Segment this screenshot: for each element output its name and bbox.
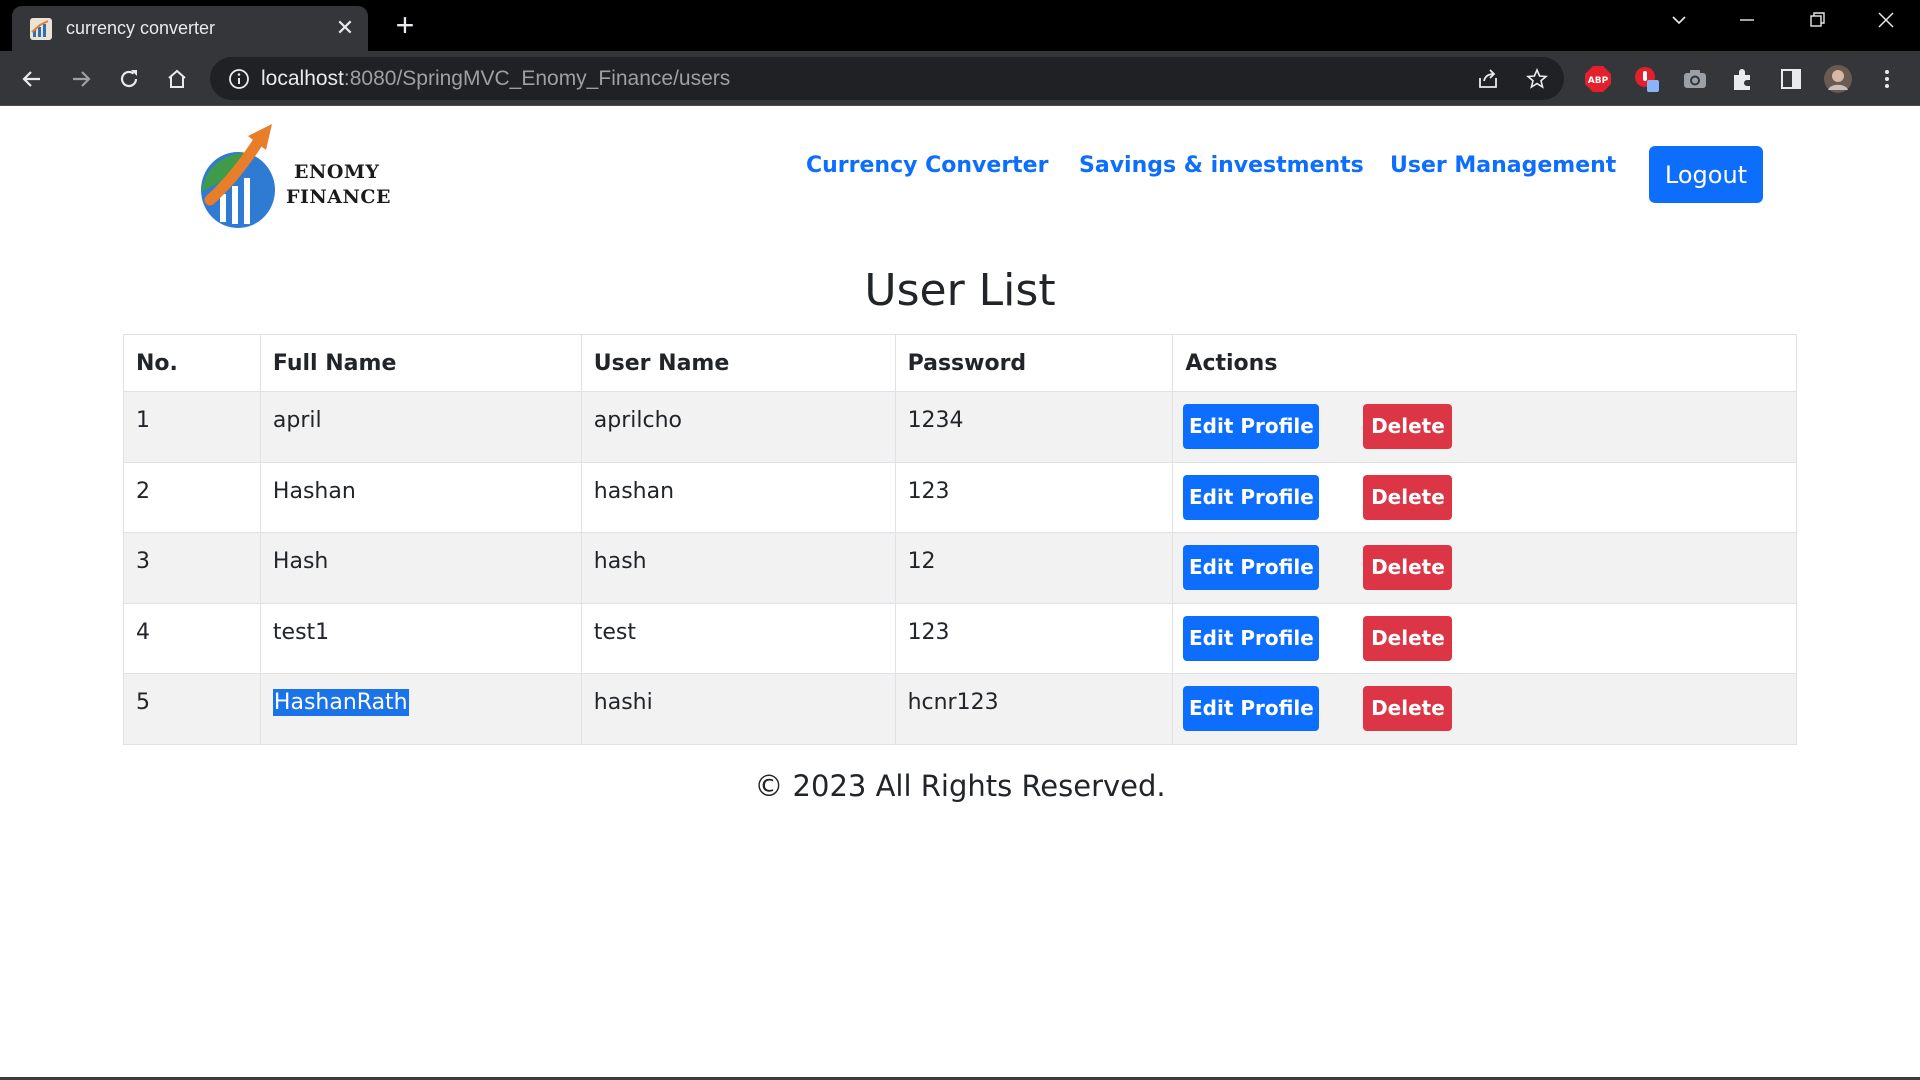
cell-user-name: aprilcho [580,391,896,463]
logo-line-1: ENOMY [294,161,380,183]
cell-no: 2 [123,461,261,533]
table-row: 2 Hashan hashan 123 Edit Profile Delete [123,461,1797,533]
table-header-row: No. Full Name User Name Password Actions [123,334,1797,392]
selected-text: HashanRath [272,689,409,716]
cell-password: hcnr123 [894,673,1174,745]
cell-password: 12 [894,532,1174,604]
browser-toolbar: localhost:8080/SpringMVC_Enomy_Finance/u… [0,51,1920,106]
url-text[interactable]: localhost:8080/SpringMVC_Enomy_Finance/u… [261,67,730,91]
bookmark-star-icon[interactable] [1525,67,1549,91]
reload-icon[interactable] [113,63,145,95]
red-hand-extension-icon[interactable] [1632,64,1662,94]
cell-password: 123 [894,461,1174,533]
column-header-password: Password [894,334,1174,392]
url-host: localhost [261,67,344,90]
cell-actions: Edit Profile Delete [1172,602,1797,674]
cell-no: 5 [123,673,261,745]
home-icon[interactable] [161,63,193,95]
cell-actions: Edit Profile Delete [1172,532,1797,604]
page-title: User List [864,265,1056,316]
cell-password: 123 [894,602,1174,674]
delete-button[interactable]: Delete [1363,404,1453,449]
svg-text:ABP: ABP [1588,76,1609,86]
column-header-no: No. [123,334,261,392]
site-info-icon[interactable] [228,68,250,90]
edit-profile-button[interactable]: Edit Profile [1183,404,1320,449]
minimize-window-icon[interactable] [1727,8,1767,38]
delete-button[interactable]: Delete [1363,545,1453,590]
cell-no: 1 [123,391,261,463]
nav-currency-converter[interactable]: Currency Converter [806,153,1048,178]
column-header-actions: Actions [1172,334,1797,392]
column-header-user-name: User Name [580,334,896,392]
edit-profile-button[interactable]: Edit Profile [1183,686,1320,731]
browser-menu-icon[interactable] [1872,64,1902,94]
cell-full-name: test1 [259,602,582,674]
forward-arrow-icon[interactable] [65,63,97,95]
delete-button[interactable]: Delete [1363,615,1453,661]
url-path: :8080/SpringMVC_Enomy_Finance/users [343,67,731,90]
cell-no: 3 [123,532,261,604]
adblock-plus-icon[interactable]: ABP [1583,64,1613,94]
address-bar[interactable]: localhost:8080/SpringMVC_Enomy_Finance/u… [210,57,1564,100]
nav-user-management[interactable]: User Management [1390,153,1616,178]
cell-actions: Edit Profile Delete [1172,391,1797,463]
cell-no: 4 [123,602,261,674]
camera-extension-icon[interactable] [1680,64,1710,94]
cell-full-name: Hash [259,532,582,604]
close-window-icon[interactable] [1866,8,1906,38]
cell-password: 1234 [894,391,1174,463]
browser-tab-bar: currency converter ✕ + [0,0,1920,51]
browser-tab[interactable]: currency converter ✕ [12,6,368,51]
delete-button[interactable]: Delete [1363,686,1453,731]
cell-full-name: april [259,391,582,463]
profile-avatar[interactable] [1823,64,1853,94]
edit-profile-button[interactable]: Edit Profile [1183,474,1320,520]
web-page: ENOMY FINANCE Currency Converter Savings… [0,106,1920,1080]
tab-search-chevron-icon[interactable] [1659,8,1699,38]
column-header-full-name: Full Name [259,334,582,392]
cell-full-name: HashanRath [259,673,582,745]
tab-close-icon[interactable]: ✕ [334,17,356,39]
table-row: 4 test1 test 123 Edit Profile Delete [123,602,1797,674]
logout-button[interactable]: Logout [1649,146,1763,203]
logo-line-2: FINANCE [286,186,391,208]
new-tab-button[interactable]: + [390,9,420,41]
edit-profile-button[interactable]: Edit Profile [1183,615,1320,661]
extensions-puzzle-icon[interactable] [1728,64,1758,94]
logo-text: ENOMY FINANCE [286,160,391,210]
cell-actions: Edit Profile Delete [1172,461,1797,533]
tab-title: currency converter [66,18,216,38]
cell-user-name: hashi [580,673,896,745]
table-row: 1 april aprilcho 1234 Edit Profile Delete [123,391,1797,463]
site-favicon-icon [30,17,52,40]
table-row: 3 Hash hash 12 Edit Profile Delete [123,532,1797,604]
edit-profile-button[interactable]: Edit Profile [1183,545,1320,590]
nav-savings-investments[interactable]: Savings & investments [1079,153,1364,178]
side-panel-icon[interactable] [1776,64,1806,94]
back-arrow-icon[interactable] [16,63,48,95]
footer-copyright: © 2023 All Rights Reserved. [754,769,1166,803]
cell-full-name: Hashan [259,461,582,533]
restore-window-icon[interactable] [1797,8,1837,38]
table-row: 5 HashanRath hashi hcnr123 Edit Profile D… [123,673,1797,745]
delete-button[interactable]: Delete [1363,474,1453,520]
logo-graphic-icon [201,124,275,228]
share-icon[interactable] [1476,67,1500,91]
cell-user-name: hash [580,532,896,604]
cell-user-name: test [580,602,896,674]
enomy-finance-logo[interactable]: ENOMY FINANCE [200,122,390,232]
user-table: No. Full Name User Name Password Actions… [123,334,1797,745]
cell-actions: Edit Profile Delete [1172,673,1797,745]
cell-user-name: hashan [580,461,896,533]
